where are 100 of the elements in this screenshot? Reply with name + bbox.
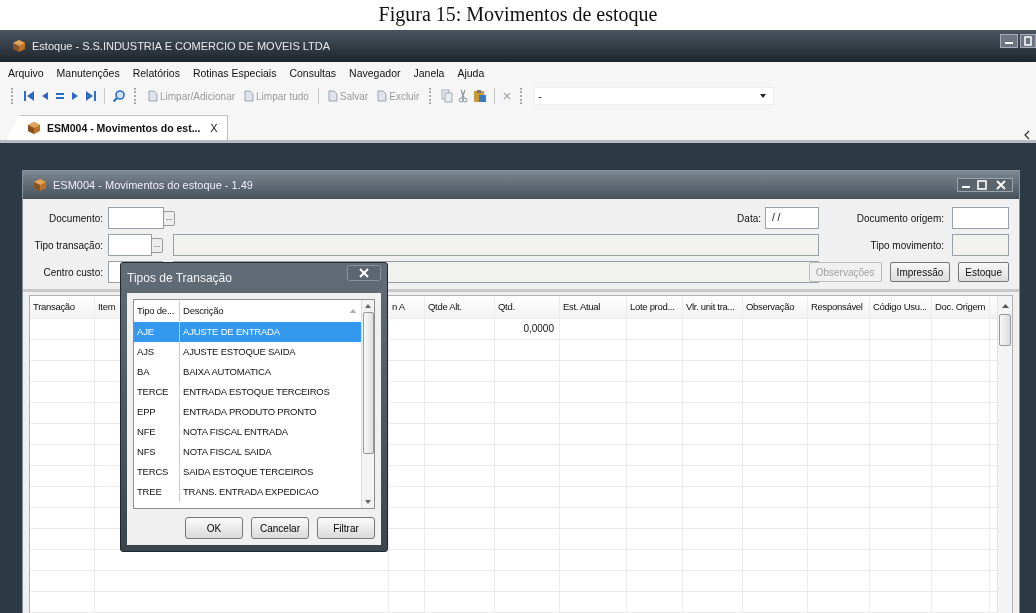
box-icon xyxy=(33,178,47,192)
box-icon xyxy=(12,39,26,53)
table-cell-text: NOTA FISCAL ENTRADA xyxy=(182,425,289,439)
document-icon xyxy=(148,90,158,102)
column-header[interactable]: n A xyxy=(389,296,425,318)
column-header[interactable]: Responsável xyxy=(808,296,870,318)
list-row[interactable]: NFS NOTA FISCAL SAIDA xyxy=(134,442,361,462)
movement-type-field xyxy=(952,234,1009,256)
list-row[interactable]: TERCE ENTRADA ESTOQUE TERCEIROS xyxy=(134,382,361,402)
table-cell: EPP xyxy=(134,402,180,422)
table-cell-text: TRANS. ENTRADA EXPEDICAO xyxy=(182,485,320,499)
table-cell: 0,0000 xyxy=(495,319,560,339)
dropdown-arrow-icon xyxy=(759,92,768,100)
scroll-up-icon[interactable] xyxy=(1000,302,1010,310)
origin-document-field[interactable] xyxy=(952,207,1009,229)
scrollbar[interactable] xyxy=(361,300,374,508)
menu-item[interactable]: Consultas xyxy=(289,67,337,79)
table-cell-text: AJUSTE DE ENTRADA xyxy=(182,325,281,339)
menu-item[interactable]: Manutenções xyxy=(56,67,120,79)
document-icon xyxy=(327,90,338,102)
column-header[interactable]: Observação xyxy=(743,296,808,318)
lookup-button[interactable]: ... xyxy=(151,237,163,253)
menu-item[interactable]: Navegador xyxy=(349,67,401,79)
menu-item[interactable]: Relatórios xyxy=(132,67,180,79)
column-header[interactable]: Tipo de... xyxy=(134,301,180,321)
field-label: Data: xyxy=(737,212,761,224)
document-field[interactable] xyxy=(108,207,164,229)
list-row[interactable]: AJS AJUSTE ESTOQUE SAIDA xyxy=(134,342,361,362)
table-cell: TERCS xyxy=(134,462,180,482)
field-label: Documento: xyxy=(48,212,103,224)
window-title: Estoque - S.S.INDUSTRIA E COMERCIO DE MOVEIS LTDA xyxy=(32,40,331,52)
table-cell-text: NOTA FISCAL SAIDA xyxy=(182,445,273,459)
sort-icon xyxy=(349,308,357,314)
document-tab[interactable]: ESM004 - Movimentos do est... X xyxy=(6,115,229,140)
column-header[interactable]: Lote prod... xyxy=(627,296,683,318)
menu-item[interactable]: Rotinas Especiais xyxy=(192,67,277,79)
table-cell: TREE xyxy=(134,482,180,502)
table-cell: AJS xyxy=(134,342,180,362)
table-cell-text: ENTRADA ESTOQUE TERCEIROS xyxy=(182,385,331,399)
maximize-icon[interactable] xyxy=(974,179,990,191)
table-cell-text: BAIXA AUTOMATICA xyxy=(182,365,272,379)
action-button[interactable]: Impressão xyxy=(889,262,951,282)
first-record-icon[interactable] xyxy=(23,89,35,103)
menu-item[interactable]: Janela xyxy=(413,67,445,79)
column-header[interactable]: Descrição xyxy=(180,301,227,321)
box-icon xyxy=(27,121,41,135)
table-cell: BA xyxy=(134,362,180,382)
table-cell-text: SAIDA ESTOQUE TERCEIROS xyxy=(182,465,315,479)
field-label: Tipo transação: xyxy=(33,239,103,251)
column-header[interactable]: Est. Atual xyxy=(560,296,627,318)
scrollbar[interactable] xyxy=(997,296,1012,613)
table-cell: AJE xyxy=(134,322,180,342)
figure-caption: Figura 15: Movimentos de estoque xyxy=(377,2,659,28)
lookup-button[interactable]: ... xyxy=(163,210,175,226)
table-cell: NFE xyxy=(134,422,180,442)
list-row[interactable]: EPP ENTRADA PRODUTO PRONTO xyxy=(134,402,361,422)
previous-icon[interactable] xyxy=(40,89,50,103)
restore-icon[interactable] xyxy=(1020,34,1036,48)
transaction-type-field[interactable] xyxy=(108,234,152,256)
close-icon[interactable] xyxy=(347,265,381,281)
field-label: Centro custo: xyxy=(42,266,103,278)
next-icon[interactable] xyxy=(70,89,80,103)
list-row[interactable]: NFE NOTA FISCAL ENTRADA xyxy=(134,422,361,442)
date-field[interactable]: / / xyxy=(765,207,819,229)
list-row[interactable]: TERCS SAIDA ESTOQUE TERCEIROS xyxy=(134,462,361,482)
scroll-down-icon[interactable] xyxy=(364,498,372,505)
menu-item[interactable]: Ajuda xyxy=(457,67,485,79)
field-label: Documento origem: xyxy=(856,212,944,224)
dialog-button[interactable]: Filtrar xyxy=(317,517,375,539)
document-icon xyxy=(377,90,388,102)
dialog-button[interactable]: Cancelar xyxy=(251,517,309,539)
scissors-icon[interactable] xyxy=(458,89,469,103)
table-cell: NFS xyxy=(134,442,180,462)
column-header[interactable]: Qtd. xyxy=(495,296,560,318)
table-cell-text: AJUSTE ESTOQUE SAIDA xyxy=(182,345,297,359)
column-header[interactable]: Doc. Origem xyxy=(932,296,990,318)
document-icon xyxy=(244,90,255,102)
list-row[interactable]: BA BAIXA AUTOMATICA xyxy=(134,362,361,382)
table-cell-text: ENTRADA PRODUTO PRONTO xyxy=(182,405,318,419)
combo-box[interactable]: - xyxy=(534,87,775,105)
scroll-thumb[interactable] xyxy=(999,314,1011,346)
minimize-icon[interactable] xyxy=(1000,34,1018,48)
last-record-icon[interactable] xyxy=(85,89,97,103)
column-header[interactable]: Transação xyxy=(30,296,95,318)
scroll-left-icon[interactable] xyxy=(1024,130,1030,140)
action-button[interactable]: Estoque xyxy=(958,262,1009,282)
scroll-thumb[interactable] xyxy=(362,312,374,454)
clipboard-icon[interactable] xyxy=(473,89,488,103)
dialog-title: Tipos de Transação xyxy=(127,271,232,285)
field-label: Tipo movimento: xyxy=(870,239,944,251)
menu-item[interactable]: Arquivo xyxy=(8,67,44,79)
column-header[interactable]: Qtde Alt. xyxy=(425,296,495,318)
search-icon[interactable] xyxy=(112,89,126,103)
scroll-up-icon[interactable] xyxy=(364,303,372,310)
table-cell: TERCE xyxy=(134,382,180,402)
window-title: ESM004 - Movimentos do estoque - 1.49 xyxy=(53,179,253,191)
column-header[interactable]: Código Usu... xyxy=(870,296,932,318)
dialog-button[interactable]: OK xyxy=(185,517,243,539)
list-row[interactable]: TREE TRANS. ENTRADA EXPEDICAO xyxy=(134,482,361,502)
column-header[interactable]: Vlr. unit tra... xyxy=(683,296,743,318)
